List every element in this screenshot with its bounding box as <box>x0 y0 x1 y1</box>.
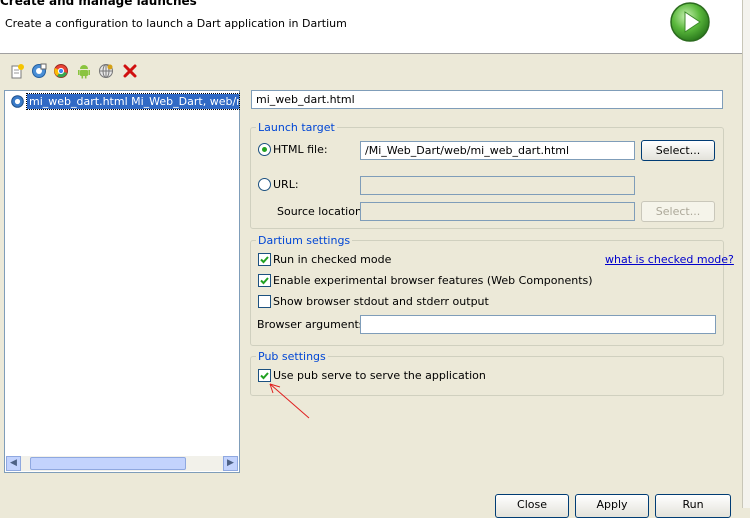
source-location-label: Source location: <box>277 205 366 218</box>
list-item[interactable]: mi_web_dart.html Mi_Web_Dart, web/mi_web… <box>11 93 240 110</box>
stdout-checkbox[interactable] <box>258 295 271 308</box>
new-launch-config-icon[interactable] <box>9 63 25 79</box>
delete-icon[interactable] <box>122 63 138 79</box>
html-file-field[interactable]: /Mi_Web_Dart/web/mi_web_dart.html <box>360 141 635 160</box>
experimental-features-label: Enable experimental browser features (We… <box>273 274 593 287</box>
html-file-label: HTML file: <box>273 143 328 156</box>
url-label: URL: <box>273 178 299 191</box>
url-field[interactable] <box>360 176 635 195</box>
html-select-button[interactable]: Select... <box>641 140 715 161</box>
stdout-label: Show browser stdout and stderr output <box>273 295 489 308</box>
dialog-title: Create and manage launches <box>0 0 197 8</box>
checked-mode-help-link[interactable]: what is checked mode? <box>605 253 734 266</box>
window-edge-scrollbar[interactable] <box>742 0 750 508</box>
list-horizontal-scrollbar[interactable]: ◀ ▶ <box>6 456 238 471</box>
scroll-thumb[interactable] <box>30 457 186 470</box>
new-chrome-app-icon[interactable] <box>53 63 69 79</box>
pub-settings-label: Pub settings <box>256 350 328 363</box>
html-file-radio[interactable] <box>258 143 271 156</box>
source-location-field[interactable] <box>360 202 635 221</box>
scroll-right-button[interactable]: ▶ <box>223 456 238 471</box>
annotation-arrow <box>269 383 310 419</box>
source-select-button[interactable]: Select... <box>641 201 715 222</box>
scroll-left-button[interactable]: ◀ <box>6 456 21 471</box>
launch-target-label: Launch target <box>256 121 337 134</box>
dartium-settings-label: Dartium settings <box>256 234 353 247</box>
config-name-field[interactable]: mi_web_dart.html <box>251 90 723 109</box>
apply-button[interactable]: Apply <box>575 494 649 518</box>
web-launch-icon[interactable] <box>98 63 114 79</box>
close-button[interactable]: Close <box>495 494 569 518</box>
url-radio[interactable] <box>258 178 271 191</box>
checked-mode-label: Run in checked mode <box>273 253 392 266</box>
browser-arguments-field[interactable] <box>360 315 716 334</box>
launch-config-list[interactable]: mi_web_dart.html Mi_Web_Dart, web/mi_web… <box>4 90 240 473</box>
list-item-label: mi_web_dart.html Mi_Web_Dart, web/mi_web… <box>26 93 240 110</box>
experimental-features-checkbox[interactable] <box>258 274 271 287</box>
run-button[interactable]: Run <box>655 494 731 518</box>
android-icon[interactable] <box>76 63 92 79</box>
dartium-launch-icon <box>11 95 24 108</box>
dialog-subtitle: Create a configuration to launch a Dart … <box>5 17 347 30</box>
dialog-header: Create and manage launches Create a conf… <box>0 0 742 54</box>
browser-arguments-label: Browser arguments: <box>257 318 369 331</box>
run-launch-icon <box>669 1 711 43</box>
duplicate-icon[interactable] <box>31 63 47 79</box>
checked-mode-checkbox[interactable] <box>258 253 271 266</box>
